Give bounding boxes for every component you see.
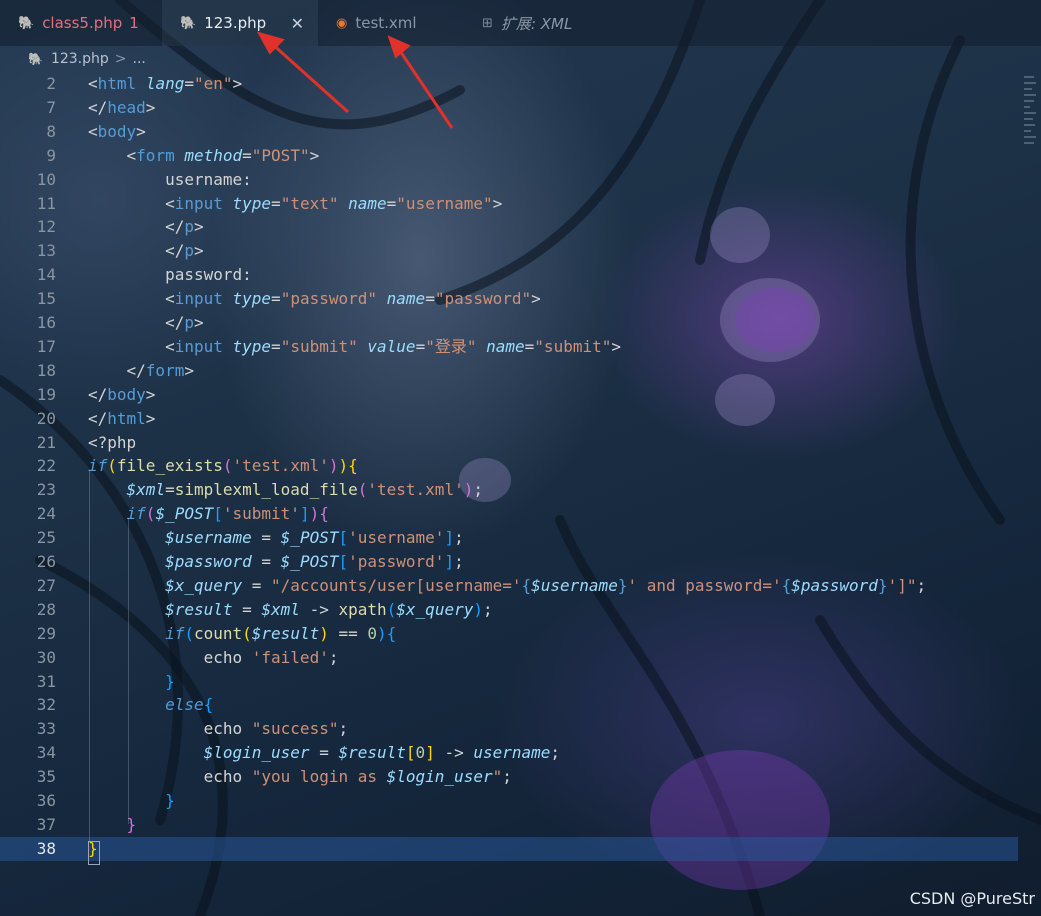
annotation-arrows	[256, 31, 454, 129]
watermark: CSDN @PureStr	[909, 889, 1035, 908]
text-cursor	[88, 841, 100, 865]
